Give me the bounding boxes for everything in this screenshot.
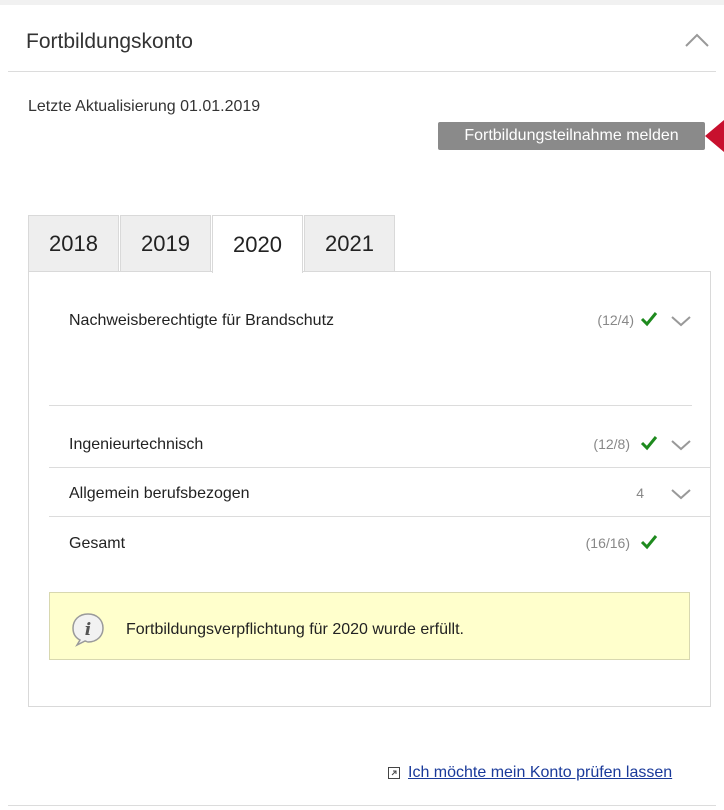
tab-2019[interactable]: 2019 [120,215,211,271]
checkmark-icon [640,436,658,451]
last-update-text: Letzte Aktualisierung 01.01.2019 [28,98,261,115]
divider [49,516,710,517]
row-label: Ingenieurtechnisch [69,436,204,453]
info-box: i Fortbildungsverpflichtung für 2020 wur… [49,592,690,660]
review-account-link[interactable]: Ich möchte mein Konto prüfen lassen [408,764,672,782]
tab-2018[interactable]: 2018 [28,215,119,271]
divider [49,405,692,406]
list-item[interactable]: Ingenieurtechnisch (12/8) [49,436,692,484]
checkmark-icon [640,312,658,327]
pointer-arrow-icon [705,120,724,152]
chevron-down-icon[interactable] [670,487,692,501]
row-count: (12/8) [593,436,630,452]
tab-2020[interactable]: 2020 [212,215,303,273]
report-participation-button[interactable]: Fortbildungsteilnahme melden [438,122,705,150]
divider [49,467,710,468]
row-count: (12/4) [597,312,634,328]
tab-2021[interactable]: 2021 [304,215,395,271]
chevron-up-icon[interactable] [684,32,710,48]
row-label: Allgemein berufsbezogen [69,485,250,502]
row-label: Nachweisberechtigte für Brandschutz [69,312,335,329]
bottom-divider [8,805,716,806]
list-item[interactable]: Allgemein berufsbezogen 4 [49,485,692,533]
total-row: Gesamt (16/16) [49,535,692,583]
list-item[interactable]: Nachweisberechtigte für Brandschutz (12/… [49,312,692,360]
chevron-down-icon[interactable] [670,314,692,328]
panel-header[interactable]: Fortbildungskonto [8,5,716,72]
row-label: Gesamt [69,535,126,552]
svg-text:i: i [85,620,91,640]
checkmark-icon [640,535,658,550]
chevron-down-icon[interactable] [670,438,692,452]
year-tabs: 2018 2019 2020 2021 [28,215,396,273]
panel-title: Fortbildungskonto [26,30,193,53]
info-icon: i [72,613,104,647]
row-count: 4 [636,485,644,501]
tab-panel-2020: Nachweisberechtigte für Brandschutz (12/… [28,271,711,707]
external-link-icon [388,767,400,779]
row-count: (16/16) [585,535,630,551]
info-text: Fortbildungsverpflichtung für 2020 wurde… [126,621,464,638]
review-link-wrap[interactable]: Ich möchte mein Konto prüfen lassen [388,762,672,784]
